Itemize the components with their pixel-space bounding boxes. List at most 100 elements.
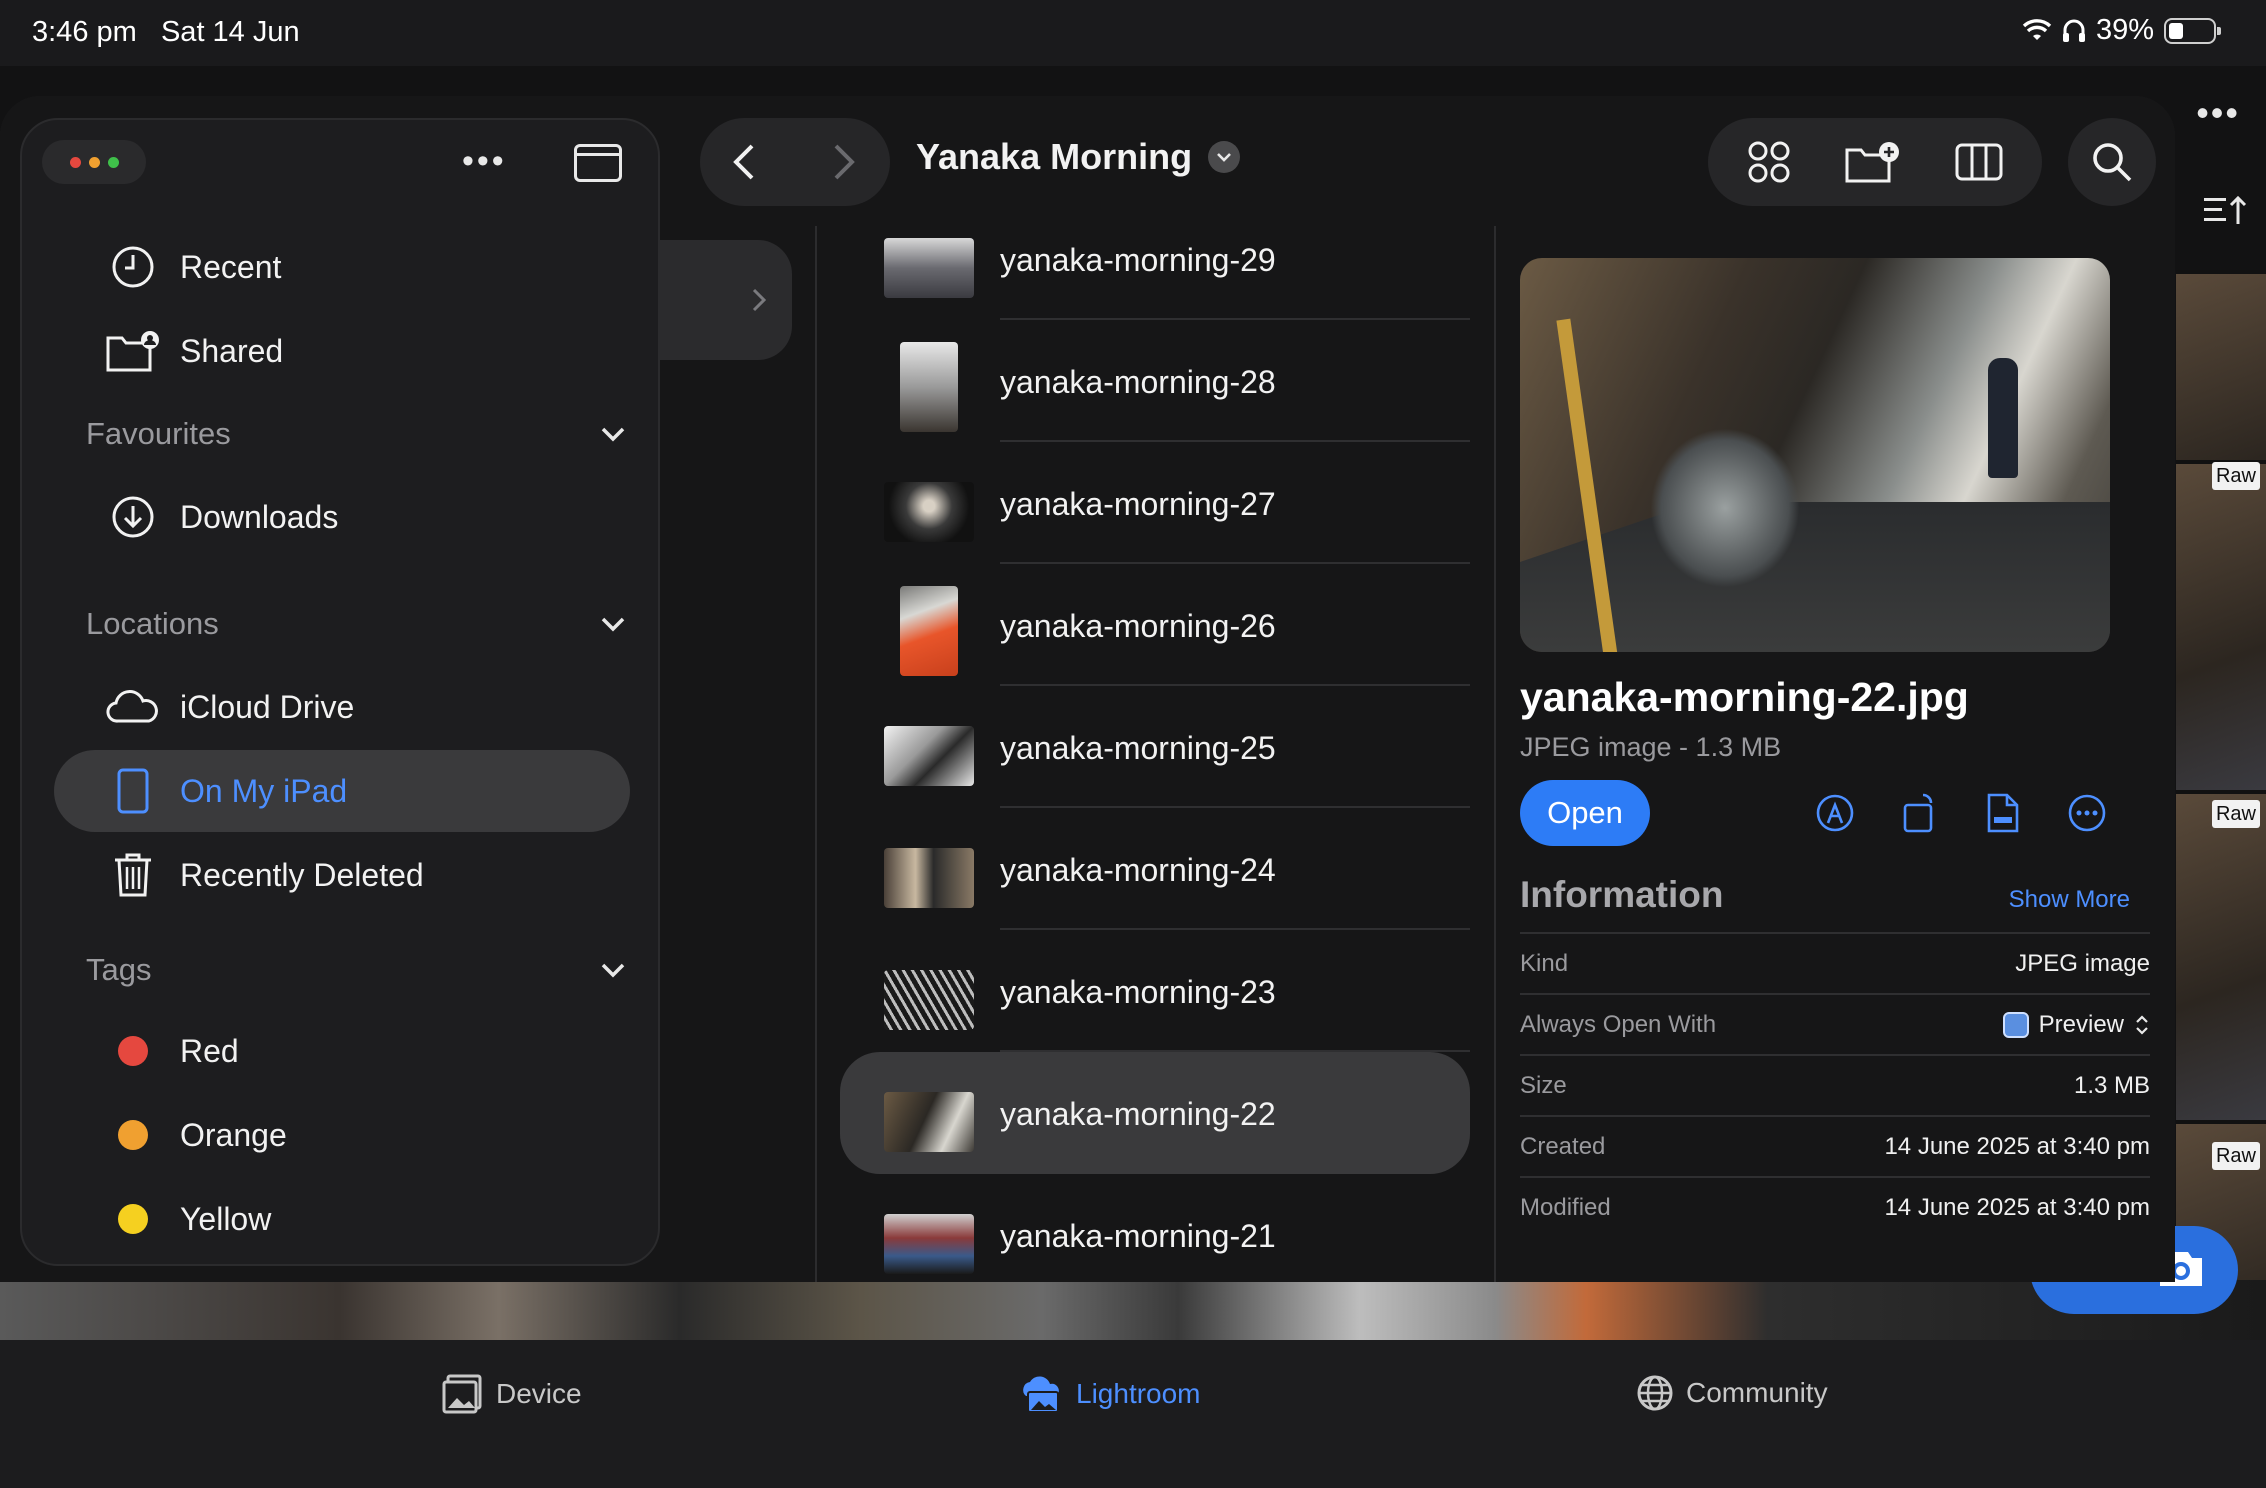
search-icon — [2093, 143, 2132, 182]
photo-preview[interactable] — [1520, 258, 2110, 652]
raw-badge: Raw — [2212, 462, 2260, 490]
info-value: Preview — [2038, 1010, 2124, 1038]
info-row-kind: Kind JPEG image — [1520, 932, 2150, 993]
open-with-popup[interactable]: Preview — [2002, 1010, 2150, 1039]
navigation-buttons — [700, 118, 890, 206]
section-title: Favourites — [86, 416, 231, 451]
minimize-window-dot[interactable] — [88, 156, 100, 168]
info-key: Modified — [1520, 1193, 1611, 1221]
show-more-link[interactable]: Show More — [2009, 886, 2130, 914]
locations-header[interactable]: Locations — [86, 606, 626, 642]
file-row-selected[interactable]: yanaka-morning-22 — [840, 1052, 1470, 1174]
sort-icon[interactable] — [2200, 190, 2248, 230]
info-key: Size — [1520, 1071, 1567, 1099]
more-actions-icon[interactable] — [2066, 792, 2108, 834]
sidebar-item-downloads[interactable]: Downloads — [54, 476, 630, 558]
ipad-icon — [104, 762, 162, 820]
file-list: yanaka-morning-29 yanaka-morning-28 yana… — [820, 226, 1480, 1282]
file-row[interactable]: yanaka-morning-28 — [840, 320, 1470, 442]
battery-icon — [2164, 17, 2221, 44]
file-name: yanaka-morning-25 — [1000, 730, 1276, 766]
info-row-created: Created 14 June 2025 at 3:40 pm — [1520, 1115, 2150, 1176]
file-thumbnail — [884, 238, 974, 298]
sidebar: ••• Recent Shared Favourites Downloads L… — [20, 118, 660, 1266]
sidebar-tag-yellow[interactable]: Yellow — [54, 1178, 630, 1260]
clock-icon — [104, 238, 162, 296]
sidebar-item-label: Orange — [180, 1116, 287, 1153]
create-pdf-icon[interactable] — [1982, 792, 2024, 834]
sidebar-item-recent[interactable]: Recent — [54, 226, 630, 308]
sidebar-item-label: Downloads — [180, 498, 339, 535]
chevron-down-icon[interactable] — [600, 962, 626, 978]
file-row[interactable]: yanaka-morning-26 — [840, 564, 1470, 686]
file-row[interactable]: yanaka-morning-21 — [840, 1174, 1470, 1282]
raw-badge: Raw — [2212, 800, 2260, 828]
tab-community[interactable]: Community — [1636, 1374, 1828, 1412]
tag-color-orange — [118, 1120, 148, 1150]
sidebar-toggle-icon[interactable] — [574, 144, 622, 182]
info-value: JPEG image — [2015, 949, 2150, 977]
forward-button[interactable] — [830, 142, 858, 182]
file-name: yanaka-morning-21 — [1000, 1218, 1276, 1254]
fullscreen-window-dot[interactable] — [107, 156, 119, 168]
preview-actions — [1814, 792, 2108, 834]
file-name: yanaka-morning-29 — [1000, 242, 1276, 278]
close-window-dot[interactable] — [69, 156, 81, 168]
photo-tile[interactable] — [2176, 460, 2266, 790]
file-thumbnail — [900, 342, 958, 432]
open-button[interactable]: Open — [1520, 780, 1650, 846]
sidebar-item-on-my-ipad[interactable]: On My iPad — [54, 750, 630, 832]
status-time-date: 3:46 pm Sat 14 Jun — [32, 16, 300, 49]
tab-lightroom[interactable]: Lightroom — [1016, 1374, 1201, 1414]
status-time: 3:46 pm — [32, 16, 137, 48]
file-row[interactable]: yanaka-morning-25 — [840, 686, 1470, 808]
view-options-icon[interactable] — [1747, 140, 1791, 184]
files-window: ••• Recent Shared Favourites Downloads L… — [0, 96, 2175, 1282]
favourites-header[interactable]: Favourites — [86, 416, 626, 452]
tags-header[interactable]: Tags — [86, 952, 626, 988]
sidebar-item-shared[interactable]: Shared — [54, 310, 630, 392]
chevron-down-icon[interactable] — [600, 616, 626, 632]
info-key: Created — [1520, 1132, 1606, 1160]
shared-folder-icon — [104, 322, 162, 380]
file-row[interactable]: yanaka-morning-29 — [840, 226, 1470, 320]
sidebar-item-recently-deleted[interactable]: Recently Deleted — [54, 834, 630, 916]
globe-icon — [1637, 1375, 1673, 1411]
toolbar-actions — [1708, 118, 2042, 206]
file-row[interactable]: yanaka-morning-27 — [840, 442, 1470, 564]
folder-column-selected-row[interactable] — [658, 240, 792, 360]
sidebar-tag-red[interactable]: Red — [54, 1010, 630, 1092]
file-name: yanaka-morning-22 — [1000, 1096, 1276, 1132]
file-row[interactable]: yanaka-morning-24 — [840, 808, 1470, 930]
wifi-icon — [2022, 18, 2052, 40]
info-value: 14 June 2025 at 3:40 pm — [1884, 1132, 2150, 1160]
lightroom-more-icon[interactable]: ••• — [2196, 92, 2240, 134]
sidebar-more-icon[interactable]: ••• — [462, 142, 507, 181]
file-name: yanaka-morning-27 — [1000, 486, 1276, 522]
raw-badge: Raw — [2212, 1142, 2260, 1170]
rotate-icon[interactable] — [1898, 792, 1940, 834]
sidebar-item-label: Shared — [180, 332, 284, 369]
photo-tile[interactable] — [2176, 790, 2266, 1120]
new-folder-icon[interactable] — [1845, 140, 1901, 184]
markup-icon[interactable] — [1814, 792, 1856, 834]
sidebar-tag-orange[interactable]: Orange — [54, 1094, 630, 1176]
section-title: Locations — [86, 606, 219, 641]
columns-view-icon[interactable] — [1955, 142, 2003, 182]
file-name: yanaka-morning-24 — [1000, 852, 1276, 888]
tab-device[interactable]: Device — [442, 1374, 582, 1414]
info-row-always-open-with[interactable]: Always Open With Preview — [1520, 993, 2150, 1054]
back-button[interactable] — [730, 142, 758, 182]
section-title: Tags — [86, 952, 152, 987]
photo-person — [1988, 358, 2018, 478]
lightroom-tab-bar: Device Lightroom Community — [0, 1340, 2266, 1488]
folder-title-menu[interactable]: Yanaka Morning — [916, 136, 1241, 178]
file-row[interactable]: yanaka-morning-23 — [840, 930, 1470, 1052]
chevron-down-icon[interactable] — [600, 426, 626, 442]
sidebar-item-label: Red — [180, 1032, 239, 1069]
window-controls[interactable] — [42, 140, 146, 184]
info-row-size: Size 1.3 MB — [1520, 1054, 2150, 1115]
sidebar-item-icloud-drive[interactable]: iCloud Drive — [54, 666, 630, 748]
tag-color-yellow — [118, 1204, 148, 1234]
search-button[interactable] — [2068, 118, 2156, 206]
